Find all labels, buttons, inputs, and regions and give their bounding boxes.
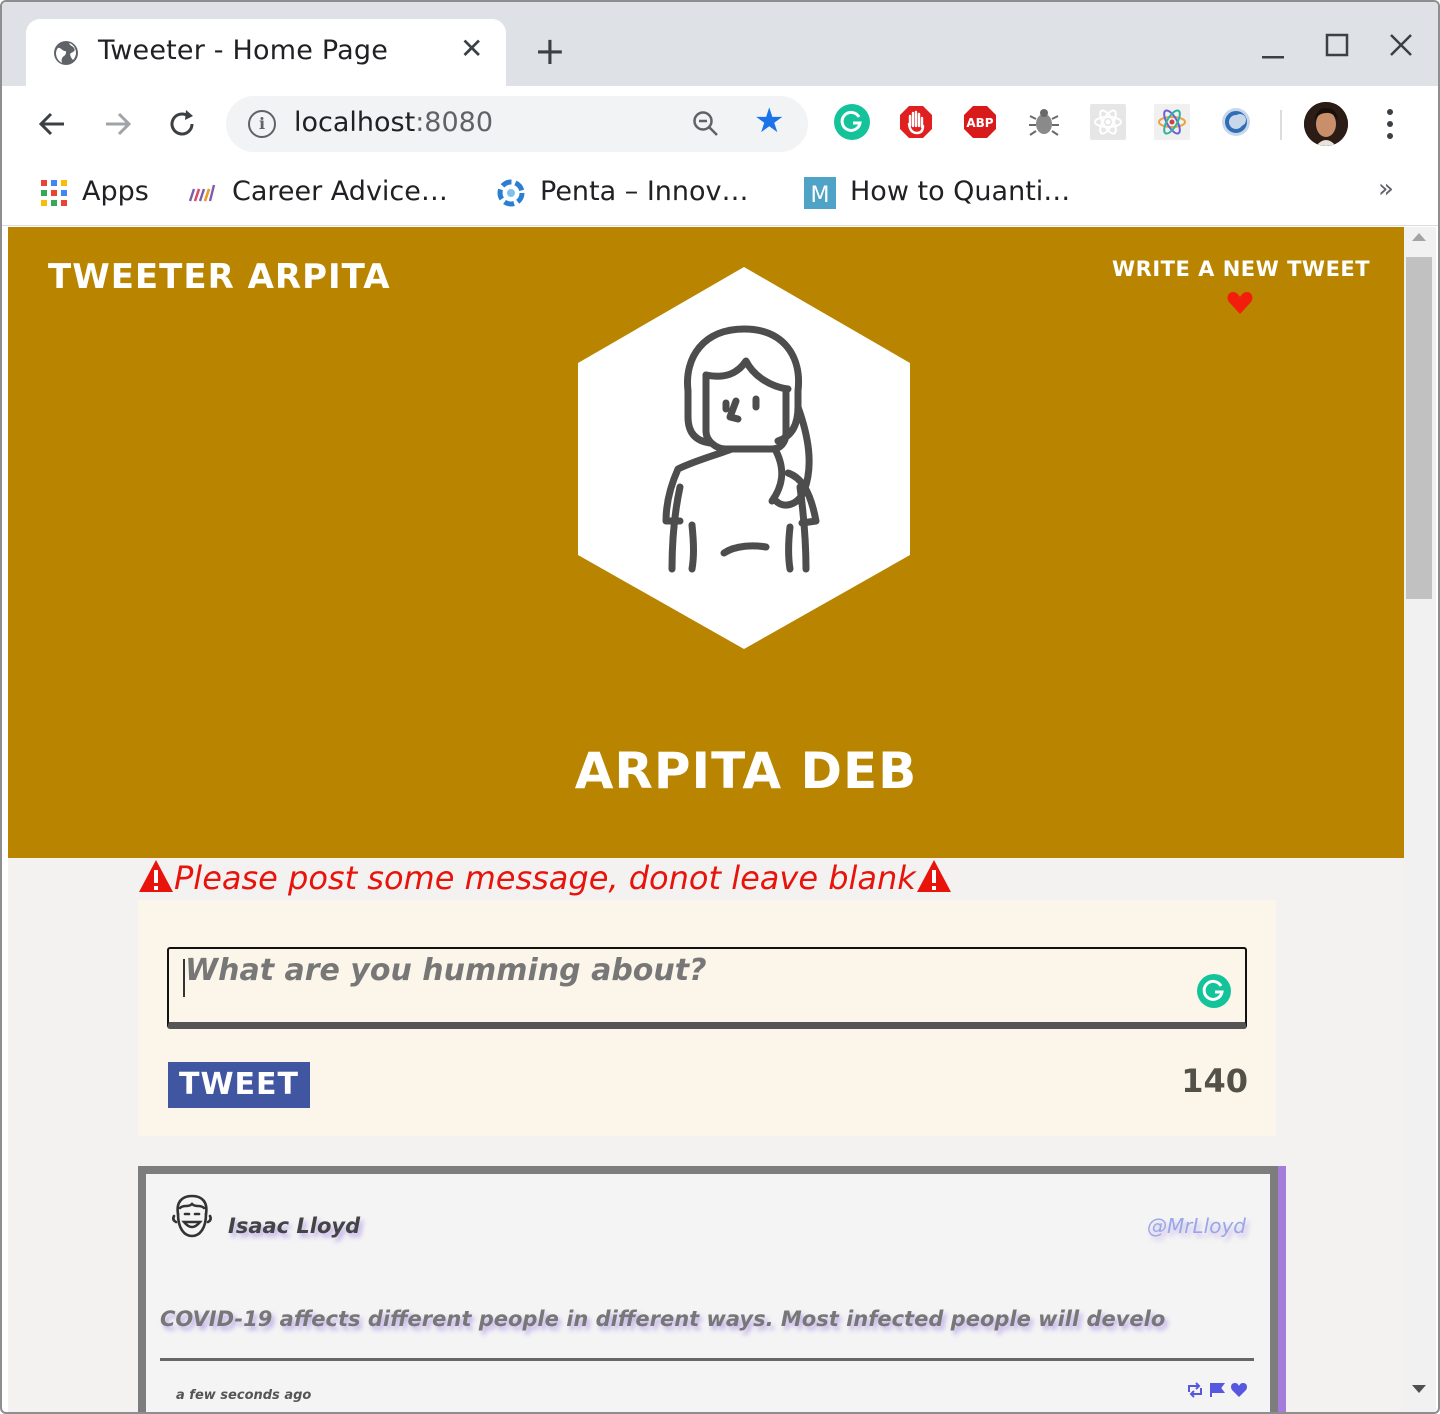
tweet-textarea[interactable]: What are you humming about? [167, 947, 1247, 1029]
back-icon[interactable] [34, 106, 70, 142]
tweet-timestamp: a few seconds ago [176, 1388, 312, 1403]
apps-grid-icon [41, 179, 67, 206]
warning-icon [139, 860, 173, 892]
url-text[interactable]: localhost:8080 [294, 107, 493, 138]
address-bar[interactable]: i localhost:8080 ★ [226, 96, 808, 152]
bookmark-label: Apps [82, 176, 149, 207]
career-logo-icon [188, 184, 216, 201]
abp-icon[interactable]: ABP [962, 104, 998, 140]
close-window-icon[interactable] [1388, 32, 1414, 63]
browser-window: Tweeter - Home Page ✕ + i localhost:8080 [0, 0, 1440, 1414]
bookmark-label: Career Advice… [232, 176, 448, 207]
tweet-card: Isaac Lloyd @MrLloyd COVID-19 affects di… [138, 1166, 1278, 1412]
bookmark-how-to-quantify[interactable]: M How to Quanti… [804, 172, 1070, 212]
browser-menu-icon[interactable] [1380, 104, 1400, 144]
tweet-button[interactable]: TWEET [168, 1062, 310, 1108]
tab-active[interactable]: Tweeter - Home Page ✕ [26, 19, 506, 86]
scroll-up-arrow-icon[interactable] [1412, 233, 1426, 241]
tweet-author-handle[interactable]: @MrLloyd [1126, 1214, 1246, 1238]
m-logo-label: M [811, 183, 830, 208]
bookmark-label: How to Quanti… [850, 176, 1071, 207]
brand-logo[interactable]: Tweeter Arpita [48, 257, 391, 297]
error-message: Please post some message, donot leave bl… [138, 857, 952, 899]
tweet-actions [1186, 1382, 1248, 1402]
penta-logo-icon [497, 179, 525, 206]
zoom-out-icon[interactable] [692, 110, 720, 138]
scrollbar-thumb[interactable] [1406, 257, 1432, 599]
m-logo-icon: M [804, 176, 836, 209]
tab-close-icon[interactable]: ✕ [460, 35, 483, 63]
profile-name: Arpita Deb [574, 742, 918, 800]
tab-title: Tweeter - Home Page [98, 35, 389, 66]
heart-icon[interactable] [1230, 1382, 1248, 1398]
ring-icon[interactable] [1218, 104, 1254, 140]
compose-tweet-form: What are you humming about? TWEET 140 [138, 900, 1276, 1136]
new-tab-button[interactable]: + [534, 32, 566, 70]
url-host: localhost [294, 107, 416, 138]
toolbar-separator [1280, 110, 1282, 140]
bookmark-star-icon[interactable]: ★ [754, 104, 784, 138]
heart-icon[interactable] [1226, 289, 1254, 317]
minimize-icon[interactable] [1260, 36, 1286, 64]
tweet-placeholder: What are you humming about? [185, 953, 707, 988]
atom-icon[interactable] [1154, 104, 1190, 140]
bookmarks-bar: Apps Career Advice… Penta – Innov… M How… [2, 162, 1438, 226]
error-text: Please post some message, donot leave bl… [174, 859, 916, 897]
grammarly-icon[interactable] [834, 104, 870, 140]
url-port: :8080 [415, 107, 494, 138]
reload-icon[interactable] [164, 106, 200, 142]
page-scrollbar[interactable] [1404, 227, 1436, 1412]
warning-icon [916, 860, 951, 892]
retweet-icon[interactable] [1186, 1382, 1204, 1398]
profile-avatar[interactable] [1304, 102, 1348, 146]
page-viewport: Tweeter Arpita Write a new tweet [8, 227, 1404, 1412]
browser-toolbar: i localhost:8080 ★ ABP [2, 86, 1438, 162]
bug-icon[interactable] [1026, 104, 1062, 140]
forward-icon[interactable] [100, 106, 136, 142]
bookmark-apps[interactable]: Apps [40, 172, 149, 212]
profile-header: Tweeter Arpita Write a new tweet [8, 227, 1404, 858]
bookmark-penta[interactable]: Penta – Innov… [496, 172, 749, 212]
tweet-divider [160, 1358, 1254, 1361]
tweet-author-name: Isaac Lloyd [228, 1214, 361, 1238]
abp-label: ABP [966, 116, 993, 130]
write-new-tweet-link[interactable]: Write a new tweet [1112, 257, 1370, 281]
flag-icon[interactable] [1209, 1382, 1226, 1398]
react-devtools-icon[interactable] [1090, 104, 1126, 140]
character-counter: 140 [1181, 1062, 1248, 1100]
bookmark-label: Penta – Innov… [540, 176, 749, 207]
grammarly-icon[interactable] [1197, 974, 1231, 1008]
bookmarks-overflow-icon[interactable]: » [1378, 174, 1394, 204]
globe-icon [54, 41, 78, 65]
profile-avatar-image [578, 267, 910, 649]
adblock-hand-icon[interactable] [898, 104, 934, 140]
tab-strip: Tweeter - Home Page ✕ + [2, 2, 1438, 86]
info-icon[interactable]: i [248, 110, 276, 138]
tweet-author-avatar [172, 1194, 212, 1238]
maximize-icon[interactable] [1324, 32, 1350, 63]
bookmark-career-advice[interactable]: Career Advice… [188, 172, 448, 212]
tweet-text: COVID-19 affects different people in dif… [160, 1307, 1166, 1331]
scroll-down-arrow-icon[interactable] [1412, 1385, 1426, 1393]
